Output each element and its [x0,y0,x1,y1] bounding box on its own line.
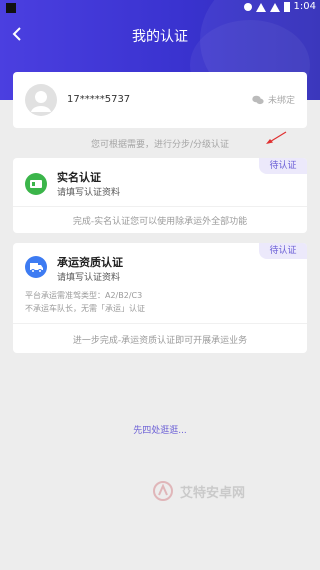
signal-icon [270,2,280,12]
wechat-bind[interactable]: 未绑定 [252,93,295,106]
user-silhouette-icon [31,91,51,112]
browse-first-link[interactable]: 先四处逛逛... [0,423,320,436]
red-arrow-icon [266,131,287,144]
id-card-icon [25,173,47,195]
divider [13,206,307,207]
wechat-icon [252,95,264,104]
watermark: 艾特安卓网 [152,480,245,502]
license-requirement-note: 平台承运需准驾类型：A2/B2/C3 [25,291,143,300]
status-time: 1:04 [293,1,316,12]
avatar[interactable] [25,84,57,116]
status-badge: 待认证 [259,243,307,259]
account-card: 17*****5737 未绑定 [13,72,307,128]
card-subtitle: 请填写认证资料 [57,273,121,283]
card-footer: 完成-实名认证您可以使用除承运外全部功能 [72,217,248,227]
real-name-card[interactable]: 待认证 实名认证 请填写认证资料 完成-实名认证您可以使用除承运外全部功能 [13,158,307,233]
truck-icon [25,256,47,278]
phone-number: 17*****5737 [67,94,131,105]
wifi-icon [256,2,266,12]
carrier-qualification-card[interactable]: 待认证 承运资质认证 请填写认证资料 平台承运需准驾类型：A2/B2/C3 不承… [13,243,307,353]
battery-icon [284,2,290,12]
card-title: 实名认证 [57,171,101,184]
status-bar: 1:04 [0,0,320,16]
watermark-logo-icon [153,481,173,501]
card-footer: 进一步完成-承运资质认证即可开展承运业务 [72,336,248,346]
page-title: 我的认证 [132,29,188,45]
divider [13,323,307,324]
status-badge: 待认证 [259,158,307,174]
nav-bar: 我的认证 [0,22,320,46]
wechat-status: 未绑定 [267,96,295,106]
location-icon [244,3,252,11]
watermark-text: 艾特安卓网 [180,485,246,501]
notification-icon [6,3,16,13]
card-title: 承运资质认证 [57,256,123,269]
card-subtitle: 请填写认证资料 [57,188,121,198]
fleet-captain-note: 不承运车队长，无需「承运」认证 [25,304,145,313]
status-icons [244,2,290,12]
